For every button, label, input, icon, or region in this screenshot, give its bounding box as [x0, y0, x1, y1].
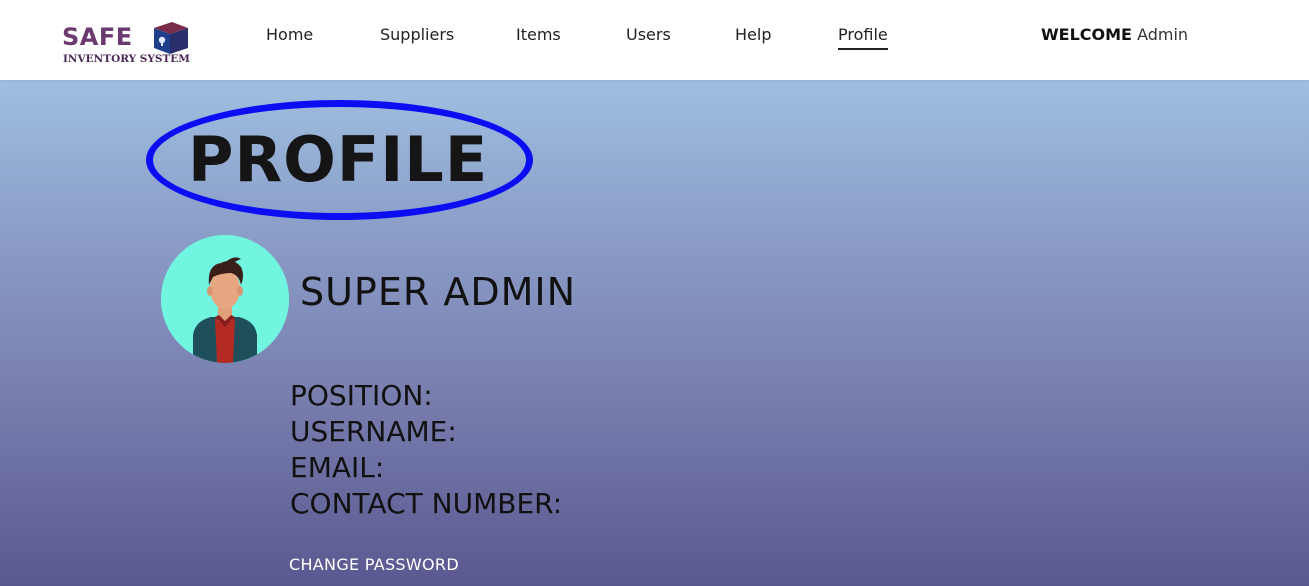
brand-logo[interactable]: SAFE INVENTORY SYSTEM: [62, 20, 192, 68]
change-password-link[interactable]: CHANGE PASSWORD: [289, 554, 459, 576]
nav-home[interactable]: Home: [266, 24, 313, 46]
welcome-message: WELCOME Admin: [1041, 24, 1188, 46]
avatar: [161, 235, 289, 363]
contact-number-label: CONTACT NUMBER:: [290, 487, 563, 520]
safe-box-icon: [154, 22, 188, 54]
profile-main: PROFILE SUPER ADMIN POSITION: USERNAME: …: [0, 80, 1309, 586]
brand-name: SAFE: [62, 23, 133, 51]
annotation-ellipse: [146, 100, 533, 220]
nav-items[interactable]: Items: [516, 24, 561, 46]
nav-suppliers[interactable]: Suppliers: [380, 24, 454, 46]
brand-subtitle: INVENTORY SYSTEM: [63, 53, 190, 65]
welcome-username: Admin: [1137, 25, 1189, 44]
email-label: EMAIL:: [290, 451, 385, 484]
top-navbar: SAFE INVENTORY SYSTEM Home Suppliers Ite…: [0, 0, 1309, 80]
nav-users[interactable]: Users: [626, 24, 671, 46]
username-label: USERNAME:: [290, 415, 457, 448]
person-icon: [161, 235, 289, 363]
nav-help[interactable]: Help: [735, 24, 771, 46]
profile-name: SUPER ADMIN: [300, 270, 577, 314]
position-label: POSITION:: [290, 379, 433, 412]
welcome-label: WELCOME: [1041, 25, 1132, 44]
nav-profile[interactable]: Profile: [838, 24, 888, 50]
profile-fields: POSITION: USERNAME: EMAIL: CONTACT NUMBE…: [290, 378, 562, 522]
